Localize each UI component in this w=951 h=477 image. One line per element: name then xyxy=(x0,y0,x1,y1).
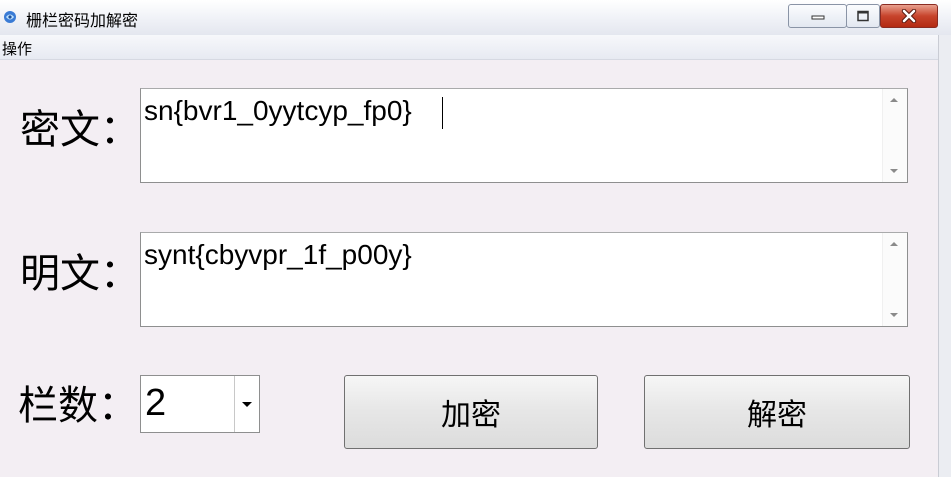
rails-dropdown-button[interactable] xyxy=(234,376,259,432)
plaintext-scrollbar[interactable] xyxy=(882,233,907,326)
close-button[interactable] xyxy=(880,4,938,28)
ciphertext-scrollbar[interactable] xyxy=(882,89,907,182)
maximize-button[interactable] xyxy=(846,4,880,28)
decrypt-button[interactable]: 解密 xyxy=(644,375,910,449)
chevron-down-icon xyxy=(242,402,252,407)
title-bar: 栅栏密码加解密 xyxy=(0,0,951,35)
scroll-up-arrow-icon[interactable] xyxy=(890,242,898,246)
scroll-down-arrow-icon[interactable] xyxy=(890,313,898,317)
menu-item-operation[interactable]: 操作 xyxy=(2,38,32,59)
text-caret xyxy=(442,97,443,129)
maximize-icon xyxy=(857,10,869,22)
ciphertext-label: 密文： xyxy=(20,107,140,153)
menu-bar: 操作 xyxy=(0,35,938,60)
window-title: 栅栏密码加解密 xyxy=(26,11,139,30)
ciphertext-textarea[interactable]: sn{bvr1_0yytcyp_fp0} xyxy=(140,88,908,183)
encrypt-button[interactable]: 加密 xyxy=(344,375,598,449)
minimize-button[interactable] xyxy=(788,4,847,28)
plaintext-textarea[interactable]: synt{cbyvpr_1f_p00y} xyxy=(140,232,908,327)
scroll-up-arrow-icon[interactable] xyxy=(890,98,898,102)
rails-value: 2 xyxy=(145,382,167,424)
ciphertext-text: sn{bvr1_0yytcyp_fp0} xyxy=(144,95,412,126)
plaintext-label: 明文： xyxy=(20,251,140,297)
plaintext-text: synt{cbyvpr_1f_p00y} xyxy=(144,239,412,270)
app-icon xyxy=(3,9,17,23)
close-icon xyxy=(901,9,917,23)
scroll-down-arrow-icon[interactable] xyxy=(890,169,898,173)
rails-label: 栏数： xyxy=(18,383,138,429)
minimize-icon xyxy=(811,15,824,20)
window-right-border xyxy=(938,35,951,477)
rails-select[interactable]: 2 xyxy=(140,375,260,433)
